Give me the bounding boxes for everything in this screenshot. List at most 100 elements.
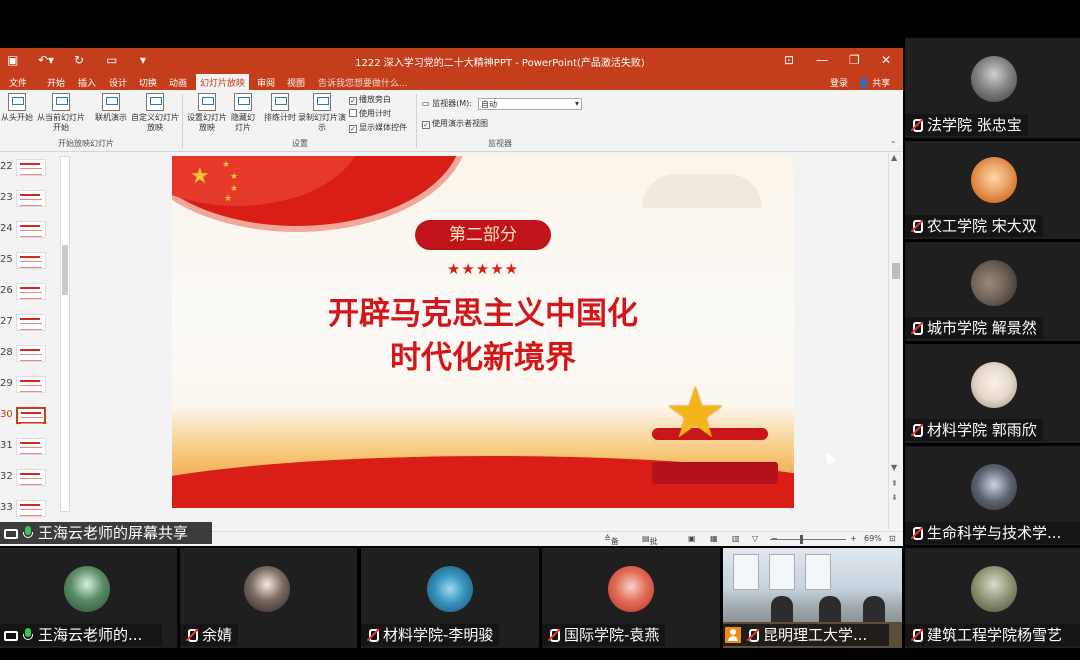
login-link[interactable]: 登录 [830,76,848,89]
participant-tile[interactable]: 王海云老师的... [0,548,177,648]
reading-view-icon[interactable]: ▥ [732,534,740,543]
share-button[interactable]: 👤 共享 [858,76,890,89]
scroll-thumb[interactable] [892,263,900,279]
collapse-ribbon-icon[interactable]: ⌃ [890,140,897,149]
undo-icon[interactable]: ↶▾ [38,53,54,67]
thumbnail-25[interactable]: 25 [0,250,60,281]
customize-qa-icon[interactable]: ▾ [140,53,146,67]
redo-icon[interactable]: ↻ [74,53,84,67]
media-controls-checkbox[interactable]: ✓ 显示媒体控件 [349,122,407,133]
close-icon[interactable]: ✕ [881,53,891,67]
from-start-button[interactable]: 从头开始 [0,93,34,123]
hide-slide-button[interactable]: 隐藏幻灯片 [228,93,258,133]
window-decoration [805,554,831,590]
mic-muted-icon [909,628,923,642]
setup-show-button[interactable]: 设置幻灯片放映 [184,93,230,133]
notes-button[interactable]: ≙ 备注 [604,534,619,546]
participant-camera-feed[interactable]: 昆明理工大学... [723,548,902,648]
thumbnail-scrollbar[interactable] [60,156,70,512]
zoom-slider[interactable] [770,539,846,540]
zoom-in-icon[interactable]: + [850,534,857,543]
participant-tile[interactable]: 生命科学与技术学... [905,446,1080,545]
screen-share-icon [4,529,18,539]
thumb-image [16,407,46,424]
prev-slide-icon[interactable]: ⇞ [891,479,898,488]
slide-canvas[interactable]: ★ ★ ★ ★ ★ 第二部分 ★★★★★ 开辟马克思主义中国化 时代化新境界 ★ [172,156,794,508]
timing-checkbox[interactable]: 使用计时 [349,108,391,119]
custom-show-button[interactable]: 自定义幻灯片放映 [130,93,180,133]
thumbnail-29[interactable]: 29 [0,374,60,405]
tab-home[interactable]: 开始 [47,76,65,89]
mic-muted-icon [365,628,379,642]
participant-tile[interactable]: 材料学院-李明骏 [361,548,539,648]
hide-slide-icon [234,93,252,111]
thumbnail-22[interactable]: 22 [0,157,60,188]
participant-tile[interactable]: 农工学院 宋大双 [905,141,1080,239]
present-icon[interactable]: ▭ [106,53,117,67]
participant-name: 建筑工程学院杨雪艺 [927,626,1063,644]
thumbnail-23[interactable]: 23 [0,188,60,219]
tab-animations[interactable]: 动画 [169,76,187,89]
comments-label: 批注 [649,537,658,546]
avatar [244,566,290,612]
participant-tile[interactable]: 城市学院 解景然 [905,242,1080,341]
from-current-icon [52,93,70,111]
restore-icon[interactable]: ❐ [849,53,860,67]
slide-title-line1: 开辟马克思主义中国化 [328,296,638,332]
tab-file[interactable]: 文件 [9,76,27,89]
scroll-thumb[interactable] [62,245,68,295]
check-icon: ✓ [349,97,357,105]
star-icon: ★ [224,194,233,204]
thumb-image [16,252,46,269]
thumb-number: 23 [0,192,13,203]
participant-tile[interactable]: 国际学院-袁燕 [542,548,720,648]
check-icon: ✓ [422,121,430,129]
tab-transitions[interactable]: 切换 [139,76,157,89]
sorter-view-icon[interactable]: ▦ [710,534,718,543]
thumbnail-26[interactable]: 26 [0,281,60,312]
thumbnail-32[interactable]: 32 [0,467,60,498]
thumbnail-31[interactable]: 31 [0,436,60,467]
fit-slide-icon[interactable]: ⊡ [889,534,896,543]
slide-scrollbar[interactable]: ▲ ▼ ⇞ ⇟ [888,153,902,529]
rehearse-button[interactable]: 排练计时 [260,93,300,123]
tab-insert[interactable]: 插入 [78,76,96,89]
participant-tile[interactable]: 建筑工程学院杨雪艺 [905,548,1080,648]
group-divider [182,94,183,148]
ribbon-display-icon[interactable]: ⊡ [784,53,794,67]
participant-tile[interactable]: 余婧 [180,548,357,648]
tell-me-box[interactable]: 告诉我您想要做什么... [318,76,408,89]
participant-name-label: 余婧 [180,624,239,646]
thumb-number: 32 [0,471,13,482]
tab-review[interactable]: 审阅 [257,76,275,89]
from-current-button[interactable]: 从当前幻灯片开始 [36,93,86,133]
record-button[interactable]: 录制幻灯片演示 [298,93,346,133]
thumbnail-30[interactable]: 30 [0,405,60,436]
thumbnail-24[interactable]: 24 [0,219,60,250]
comments-button[interactable]: ▤ 批注 [642,534,658,546]
presenter-view-checkbox[interactable]: ✓ 使用演示者视图 [422,118,488,129]
save-icon[interactable]: ▣ [7,53,18,67]
slideshow-view-icon[interactable]: ▽ [752,534,758,543]
tab-view[interactable]: 视图 [287,76,305,89]
participant-tile[interactable]: 材料学院 郭雨欣 [905,344,1080,443]
thumbnail-28[interactable]: 28 [0,343,60,374]
avatar [971,362,1017,408]
participant-name-label: 昆明理工大学... [723,624,889,646]
participant-name: 余婧 [202,626,233,644]
scroll-up-icon[interactable]: ▲ [891,153,897,162]
tab-design[interactable]: 设计 [109,76,127,89]
online-present-button[interactable]: 联机演示 [92,93,130,123]
participant-tile[interactable]: 法学院 张忠宝 [905,38,1080,138]
thumbnail-27[interactable]: 27 [0,312,60,343]
normal-view-icon[interactable]: ▣ [688,534,696,543]
narration-checkbox[interactable]: ✓ 播放旁白 [349,94,391,105]
minimize-icon[interactable]: — [816,53,828,67]
zoom-level[interactable]: 69% [864,534,882,543]
timing-label: 使用计时 [359,109,391,118]
scroll-down-icon[interactable]: ▼ [891,463,897,472]
zoom-slider-knob[interactable] [800,535,803,544]
mic-on-icon [22,526,34,540]
monitor-select[interactable]: 自动 ▾ [478,98,582,110]
next-slide-icon[interactable]: ⇟ [891,493,898,502]
